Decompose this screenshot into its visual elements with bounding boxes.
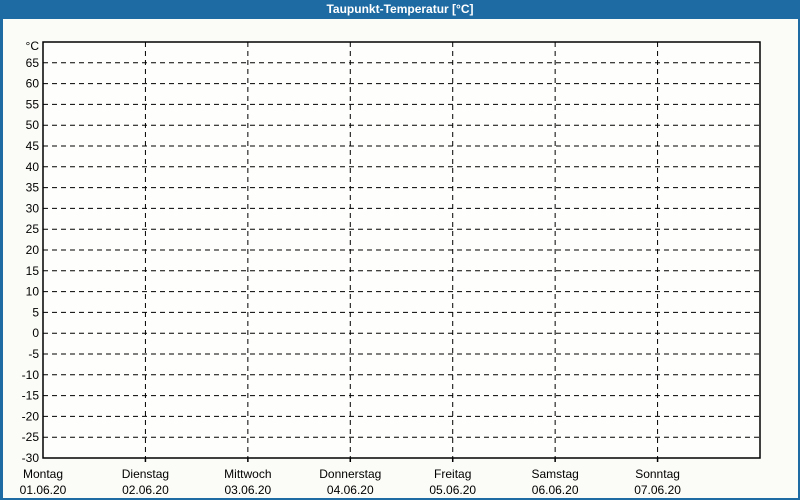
y-tick-label: 30 xyxy=(26,201,40,215)
x-date-label: 02.06.20 xyxy=(122,483,169,497)
y-tick-label: 35 xyxy=(26,181,40,195)
y-tick-label: 40 xyxy=(26,160,40,174)
chart-plot: 65605550454035302520151050-5-10-15-20-25… xyxy=(20,39,761,497)
y-tick-label: 20 xyxy=(26,243,40,257)
y-tick-label: 5 xyxy=(32,305,39,319)
chart-title-bar: Taupunkt-Temperatur [°C] xyxy=(0,0,800,19)
x-date-label: 07.06.20 xyxy=(634,483,681,497)
x-date-label: 01.06.20 xyxy=(20,483,67,497)
x-day-label: Mittwoch xyxy=(224,467,271,481)
y-tick-label: 25 xyxy=(26,222,40,236)
y-tick-label: -5 xyxy=(28,347,39,361)
x-date-label: 06.06.20 xyxy=(532,483,579,497)
y-tick-label: 55 xyxy=(26,97,40,111)
y-tick-label: 60 xyxy=(26,77,40,91)
plot-area xyxy=(42,41,761,459)
x-date-label: 03.06.20 xyxy=(224,483,271,497)
y-tick-label: -30 xyxy=(22,451,40,465)
x-day-label: Sonntag xyxy=(635,467,680,481)
x-day-label: Samstag xyxy=(531,467,578,481)
y-tick-label: -25 xyxy=(22,430,40,444)
chart-content: 65 60 55 50 45 40 35 30 25 20 15 10 5 0 -5 -10 -15 -20 -25… xyxy=(3,19,798,498)
x-day-label: Donnerstag xyxy=(319,467,381,481)
y-axis-unit-label: °C xyxy=(26,39,40,53)
y-tick-label: 45 xyxy=(26,139,40,153)
x-day-label: Freitag xyxy=(434,467,471,481)
y-tick-label: 0 xyxy=(32,326,39,340)
y-tick-label: 10 xyxy=(26,285,40,299)
chart-window: Taupunkt-Temperatur [°C] 65 60 55 50 45 40 35 3… xyxy=(0,0,800,500)
y-tick-label: -10 xyxy=(22,368,40,382)
y-tick-label: -15 xyxy=(22,389,40,403)
x-day-label: Montag xyxy=(23,467,63,481)
y-tick-label: 65 xyxy=(26,56,40,70)
y-tick-label: -20 xyxy=(22,409,40,423)
x-date-label: 04.06.20 xyxy=(327,483,374,497)
y-tick-label: 15 xyxy=(26,264,40,278)
chart-title: Taupunkt-Temperatur [°C] xyxy=(326,2,474,16)
x-day-label: Dienstag xyxy=(122,467,169,481)
y-tick-label: 50 xyxy=(26,118,40,132)
x-date-label: 05.06.20 xyxy=(429,483,476,497)
